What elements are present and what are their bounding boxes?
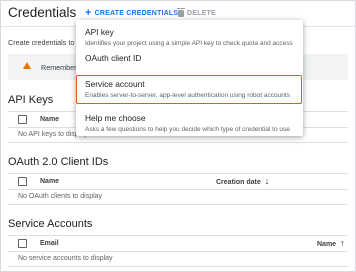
menu-item-title: API key [85,27,114,37]
service-accounts-bottom [8,266,348,267]
delete-button[interactable]: DELETE [177,7,216,19]
oauth-creation-date-column[interactable]: Creation date ↓ [216,176,269,186]
intro-text: Create credentials to ac [8,38,84,47]
api-keys-select-all-checkbox[interactable] [18,115,27,124]
delete-label: DELETE [187,9,216,17]
page-title: Credentials [8,5,77,20]
api-keys-name-column[interactable]: Name [40,116,59,123]
service-accounts-select-all-checkbox[interactable] [18,239,27,248]
service-accounts-empty-text: No service accounts to display [18,255,113,262]
oauth-creation-date-label: Creation date [216,179,261,186]
create-credentials-button[interactable]: + CREATE CREDENTIALS [85,7,178,19]
oauth-header-top [8,173,348,174]
banner-text: Remember t [41,63,81,72]
api-keys-title: API Keys [8,94,54,106]
service-accounts-header-top [8,235,348,236]
menu-item-description: Identifies your project using a simple A… [85,40,293,47]
api-keys-bottom [8,142,348,143]
menu-item-api-key[interactable]: API key Identifies your project using a … [76,25,303,49]
service-accounts-header-bottom [8,251,348,252]
trash-icon [177,8,185,17]
plus-icon: + [85,7,92,19]
warning-icon [23,62,31,69]
oauth-select-all-checkbox[interactable] [18,177,27,186]
menu-item-description: Asks a few questions to help you decide … [85,126,290,133]
arrow-down-icon: ↓ [264,176,270,186]
menu-item-oauth-client-id[interactable]: OAuth client ID [76,50,303,68]
menu-item-help-me-choose[interactable]: Help me choose Asks a few questions to h… [76,111,303,135]
menu-item-title: Service account [85,79,145,89]
service-accounts-name-label: Name [317,241,337,248]
service-accounts-title: Service Accounts [8,218,93,230]
menu-item-title: OAuth client ID [85,53,142,63]
oauth-header-bottom [8,189,348,190]
oauth-title: OAuth 2.0 Client IDs [8,156,109,168]
menu-item-description: Enables server-to-server, app-level auth… [85,92,290,99]
menu-item-service-account[interactable]: Service account Enables server-to-server… [76,77,303,102]
oauth-name-column[interactable]: Name [40,178,59,185]
oauth-empty-text: No OAuth clients to display [18,193,103,200]
service-accounts-email-column[interactable]: Email [40,240,59,247]
service-accounts-name-column[interactable]: Name ↑ [317,238,345,248]
oauth-bottom [8,204,348,205]
menu-item-title: Help me choose [85,113,146,123]
create-credentials-label: CREATE CREDENTIALS [94,9,179,17]
create-credentials-menu: API key Identifies your project using a … [76,20,303,136]
arrow-up-icon: ↑ [340,238,345,248]
